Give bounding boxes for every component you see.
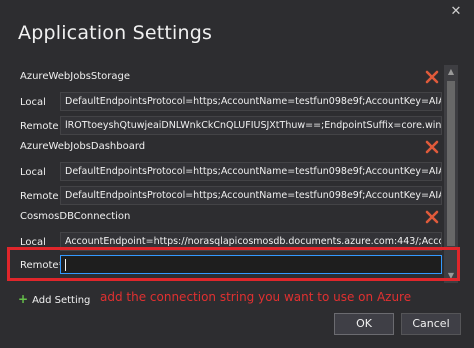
delete-icon[interactable]	[424, 209, 440, 225]
cancel-button[interactable]: Cancel	[401, 313, 461, 335]
highlight-box	[7, 247, 460, 281]
row-label-local: Local	[20, 167, 46, 178]
row-label-local: Local	[20, 97, 46, 108]
scroll-thumb[interactable]	[447, 81, 455, 246]
setting-name: CosmosDBConnection	[20, 211, 131, 222]
add-setting-label: Add Setting	[32, 295, 91, 306]
close-icon: ✕	[450, 4, 462, 19]
setting-name: AzureWebJobsDashboard	[20, 141, 146, 152]
remote-value-field[interactable]: lROTtoeyshQtuwjeaiDNLWnkCkCnQLUFIUSJXtTh…	[60, 116, 442, 135]
close-button[interactable]: ✕	[448, 4, 464, 20]
local-value-field[interactable]: DefaultEndpointsProtocol=https;AccountNa…	[60, 162, 442, 181]
plus-icon: +	[18, 292, 29, 306]
ok-button[interactable]: OK	[334, 313, 394, 335]
dialog-title: Application Settings	[18, 22, 213, 44]
local-value-field[interactable]: DefaultEndpointsProtocol=https;AccountNa…	[60, 92, 442, 111]
row-label-remote: Remote	[20, 121, 59, 132]
setting-name: AzureWebJobsStorage	[20, 71, 131, 82]
scroll-up-icon[interactable]: ▲	[446, 67, 456, 77]
remote-value-field[interactable]: DefaultEndpointsProtocol=https;AccountNa…	[60, 186, 442, 205]
row-label-remote: Remote	[20, 191, 59, 202]
add-setting-button[interactable]: + Add Setting	[18, 292, 90, 306]
delete-icon[interactable]	[424, 139, 440, 155]
delete-icon[interactable]	[424, 69, 440, 85]
annotation-text: add the connection string you want to us…	[100, 290, 412, 304]
